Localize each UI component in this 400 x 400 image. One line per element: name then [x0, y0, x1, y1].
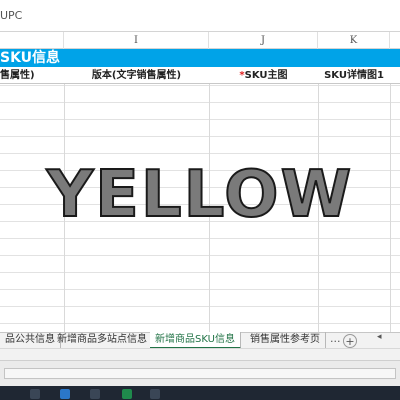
header-cell-sku-main-image-label: SKU主图 [244, 70, 288, 81]
header-cell-sku-detail-image-1[interactable]: SKU详情图1 [318, 67, 390, 84]
header-row: 售属性) 版本(文字销售属性) *SKU主图 SKU详情图1 [0, 67, 400, 84]
section-banner: SKU信息 [0, 49, 400, 67]
status-panel [4, 368, 396, 379]
taskbar-app-icon[interactable] [150, 389, 160, 399]
taskbar-excel-icon[interactable] [122, 389, 132, 399]
taskbar [0, 386, 400, 400]
header-cell-version[interactable]: 版本(文字销售属性) [64, 67, 209, 84]
header-cell-sales-attr[interactable]: 售属性) [0, 67, 64, 84]
sheet-tab-bar: 品公共信息 新增商品多站点信息 新增商品SKU信息 销售属性参考页 ... + … [0, 332, 400, 349]
add-sheet-icon[interactable]: + [343, 334, 357, 348]
column-headers: I J K [0, 32, 400, 49]
section-title: SKU信息 [0, 50, 61, 66]
horizontal-scrollbar[interactable] [0, 348, 400, 360]
watermark-text: YELLOW [46, 157, 354, 233]
sheet-tab-sku-info[interactable]: 新增商品SKU信息 [150, 332, 241, 349]
column-header-k[interactable]: K [318, 32, 390, 49]
status-bar [0, 360, 400, 386]
more-tabs-icon[interactable]: ... [330, 332, 341, 345]
column-header-h[interactable] [0, 32, 64, 49]
formula-bar[interactable]: UPC [0, 0, 400, 32]
taskbar-app-icon[interactable] [90, 389, 100, 399]
column-header-i[interactable]: I [64, 32, 209, 49]
formula-bar-value[interactable]: UPC [0, 9, 22, 22]
taskbar-app-icon[interactable] [60, 389, 70, 399]
sheet-tab-sales-attr-ref[interactable]: 销售属性参考页 [245, 332, 326, 349]
sheet-tab-multi-site-info[interactable]: 新增商品多站点信息 [52, 332, 153, 349]
column-header-j[interactable]: J [209, 32, 318, 49]
header-cell-sku-main-image[interactable]: *SKU主图 [209, 67, 318, 84]
taskbar-app-icon[interactable] [30, 389, 40, 399]
scroll-left-icon[interactable]: ◂ [377, 332, 382, 342]
